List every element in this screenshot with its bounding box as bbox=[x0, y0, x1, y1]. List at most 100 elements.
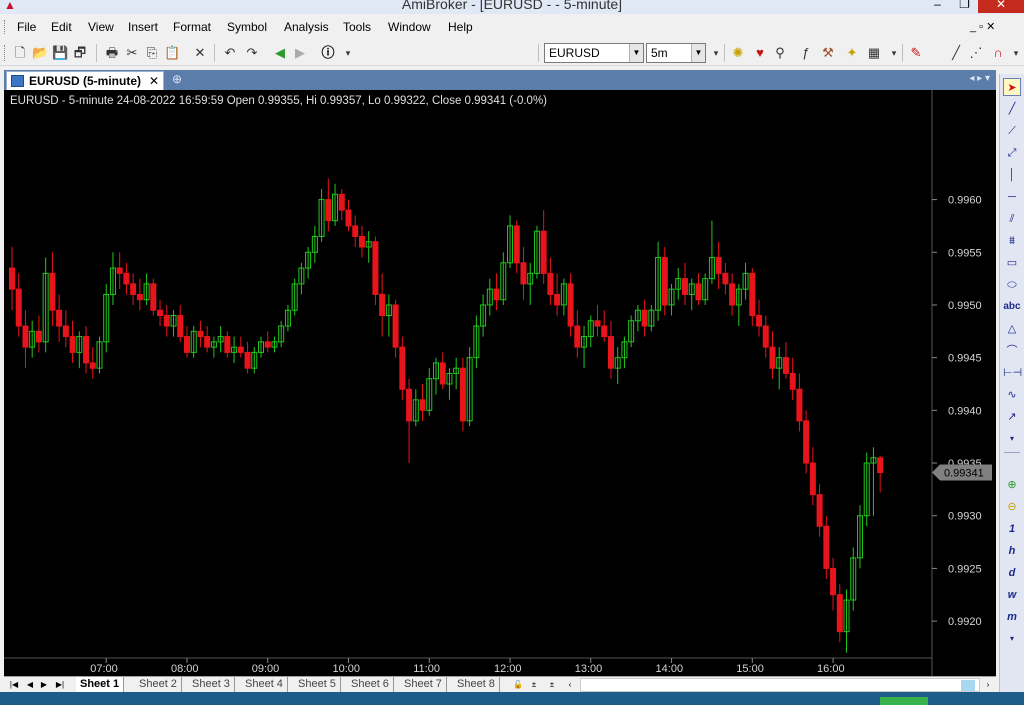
close-window-button[interactable]: ✕ bbox=[978, 0, 1024, 13]
draw-line-icon[interactable]: ╱ bbox=[948, 45, 964, 61]
redo-icon[interactable]: ↷ bbox=[244, 45, 260, 61]
toolbar-chevron-icon[interactable]: ▾ bbox=[1008, 45, 1024, 61]
last-sheet-icon[interactable]: ▶| bbox=[54, 677, 66, 692]
arc-icon[interactable]: ⌒ bbox=[1003, 342, 1021, 360]
sidebar-chevron-icon[interactable]: ▾ bbox=[1003, 430, 1021, 448]
interval-1-button[interactable]: 1 bbox=[1003, 520, 1021, 538]
price-chart-pane[interactable]: 0.9920 0.9925 0.9930 0.9935 0.9940 0.9945 0.99… bbox=[4, 90, 996, 676]
scrollbar-thumb[interactable] bbox=[961, 680, 975, 691]
interval-m-button[interactable]: m bbox=[1003, 608, 1021, 626]
report-icon[interactable]: ▦ bbox=[866, 45, 882, 61]
sheet-tab-6[interactable]: Sheet 6 bbox=[347, 677, 394, 692]
first-sheet-icon[interactable]: |◀ bbox=[8, 677, 20, 692]
ellipse-icon[interactable]: ⬭ bbox=[1003, 276, 1021, 294]
magnet-icon[interactable]: ∩ bbox=[990, 45, 1006, 61]
interval-d-button[interactable]: d bbox=[1003, 564, 1021, 582]
text-tool-icon[interactable]: abc bbox=[1003, 298, 1021, 316]
fibonacci-icon[interactable]: ⩩ bbox=[1003, 232, 1021, 250]
triangle-icon[interactable]: △ bbox=[1003, 320, 1021, 338]
select-arrow-icon[interactable]: ➤ bbox=[1003, 78, 1021, 96]
sidebar-chevron-icon[interactable]: ▾ bbox=[1003, 630, 1021, 648]
copy-icon[interactable]: ⎘ bbox=[144, 45, 160, 61]
sheet-tab-2[interactable]: Sheet 2 bbox=[135, 677, 182, 692]
interval-combo[interactable]: 5m ▼ bbox=[646, 43, 706, 63]
scale-icon[interactable]: ± bbox=[528, 677, 540, 692]
sheet-tab-8[interactable]: Sheet 8 bbox=[453, 677, 500, 692]
freehand-icon[interactable]: ∿ bbox=[1003, 386, 1021, 404]
menu-view[interactable]: View bbox=[88, 20, 114, 34]
mdi-window-controls[interactable]: _ ▫ ✕ bbox=[970, 20, 995, 33]
print-icon[interactable]: 🖶 bbox=[104, 45, 120, 61]
new-tab-icon[interactable]: ⊕ bbox=[172, 72, 182, 86]
menu-file[interactable]: File bbox=[17, 20, 36, 34]
menu-format[interactable]: Format bbox=[173, 20, 211, 34]
sheet-tab-1[interactable]: Sheet 1 bbox=[76, 677, 125, 692]
close-tab-icon[interactable]: ✕ bbox=[149, 74, 159, 88]
scroll-right-icon[interactable]: › bbox=[982, 677, 994, 692]
wand-icon[interactable]: ✦ bbox=[844, 45, 860, 61]
menu-symbol[interactable]: Symbol bbox=[227, 20, 267, 34]
candle-body bbox=[641, 309, 648, 327]
prev-sheet-icon[interactable]: ◀ bbox=[24, 677, 36, 692]
parallel-lines-icon[interactable]: ⫽ bbox=[1003, 210, 1021, 228]
menu-window[interactable]: Window bbox=[388, 20, 431, 34]
minimize-button[interactable]: – bbox=[924, 0, 951, 13]
binoculars-icon[interactable]: ⚲ bbox=[772, 45, 788, 61]
candle-body bbox=[69, 336, 76, 353]
interval-h-button[interactable]: h bbox=[1003, 542, 1021, 560]
restore-button[interactable]: ❐ bbox=[951, 0, 978, 13]
sheet-tab-5[interactable]: Sheet 5 bbox=[294, 677, 341, 692]
menu-insert[interactable]: Insert bbox=[128, 20, 158, 34]
scale-down-icon[interactable]: ± bbox=[546, 677, 558, 692]
line-tool-icon[interactable]: ╱ bbox=[1003, 100, 1021, 118]
interval-w-button[interactable]: w bbox=[1003, 586, 1021, 604]
tab-navigation-icon[interactable]: ◂ ▸ ▾ bbox=[969, 73, 990, 84]
zoom-out-icon[interactable]: ⊖ bbox=[1003, 498, 1021, 516]
menu-analysis[interactable]: Analysis bbox=[284, 20, 329, 34]
sheet-tab-7[interactable]: Sheet 7 bbox=[400, 677, 447, 692]
rectangle-icon[interactable]: ▭ bbox=[1003, 254, 1021, 272]
horizontal-scrollbar[interactable] bbox=[580, 678, 980, 692]
ray-tool-icon[interactable]: ⟋ bbox=[1003, 122, 1021, 140]
cut-icon[interactable]: ✂ bbox=[124, 45, 140, 61]
chevron-down-icon[interactable]: ▼ bbox=[691, 44, 705, 62]
hammer-icon[interactable]: ⚒ bbox=[820, 45, 836, 61]
cycles-icon[interactable]: ⊢⊣ bbox=[1003, 364, 1022, 382]
zoom-in-icon[interactable]: ⊕ bbox=[1003, 476, 1021, 494]
new-document-icon[interactable]: 🗋 bbox=[12, 45, 28, 61]
pen-color-icon[interactable]: ✎ bbox=[908, 45, 924, 61]
menu-tools[interactable]: Tools bbox=[343, 20, 371, 34]
heart-icon[interactable]: ♥ bbox=[752, 45, 768, 61]
draw-dotted-line-icon[interactable]: ⋰ bbox=[968, 45, 984, 61]
info-icon[interactable]: ⓘ bbox=[320, 45, 336, 61]
next-sheet-icon[interactable]: ▶ bbox=[38, 677, 50, 692]
back-arrow-icon[interactable]: ◀ bbox=[272, 45, 288, 61]
delete-icon[interactable]: ✕ bbox=[192, 45, 208, 61]
toolbar-chevron-icon[interactable]: ▾ bbox=[708, 45, 724, 61]
menu-help[interactable]: Help bbox=[448, 20, 473, 34]
vertical-line-icon[interactable]: │ bbox=[1003, 166, 1021, 184]
save-icon[interactable]: 💾 bbox=[52, 45, 68, 61]
toolbar-chevron-icon[interactable]: ▾ bbox=[886, 45, 902, 61]
horizontal-line-icon[interactable]: ─ bbox=[1003, 188, 1021, 206]
sheet-tab-3[interactable]: Sheet 3 bbox=[188, 677, 235, 692]
sheet-tab-4[interactable]: Sheet 4 bbox=[241, 677, 288, 692]
save-all-icon[interactable]: 🗗 bbox=[72, 45, 88, 61]
chevron-down-icon[interactable]: ▼ bbox=[629, 44, 643, 62]
forward-arrow-icon[interactable]: ▶ bbox=[292, 45, 308, 61]
candlestick-chart[interactable]: 0.99200.99250.99300.99350.99400.99450.99… bbox=[4, 90, 996, 676]
symbol-combo[interactable]: EURUSD ▼ bbox=[544, 43, 644, 63]
scroll-left-icon[interactable]: ‹ bbox=[564, 677, 576, 692]
gear-icon[interactable]: ✺ bbox=[730, 45, 746, 61]
paste-icon[interactable]: 📋 bbox=[164, 45, 180, 61]
tab-eurusd-5-minute[interactable]: EURUSD (5-minute) ✕ bbox=[6, 71, 164, 90]
lock-icon[interactable]: 🔓 bbox=[512, 677, 524, 692]
formula-icon[interactable]: ƒ bbox=[798, 45, 814, 61]
toolbar-chevron-icon[interactable]: ▾ bbox=[340, 45, 356, 61]
open-folder-icon[interactable]: 📂 bbox=[32, 45, 48, 61]
menu-edit[interactable]: Edit bbox=[51, 20, 72, 34]
extended-line-icon[interactable]: ⤢ bbox=[1003, 144, 1021, 162]
arrow-tool-icon[interactable]: ↗ bbox=[1003, 408, 1021, 426]
candle-body bbox=[607, 336, 614, 369]
undo-icon[interactable]: ↶ bbox=[222, 45, 238, 61]
